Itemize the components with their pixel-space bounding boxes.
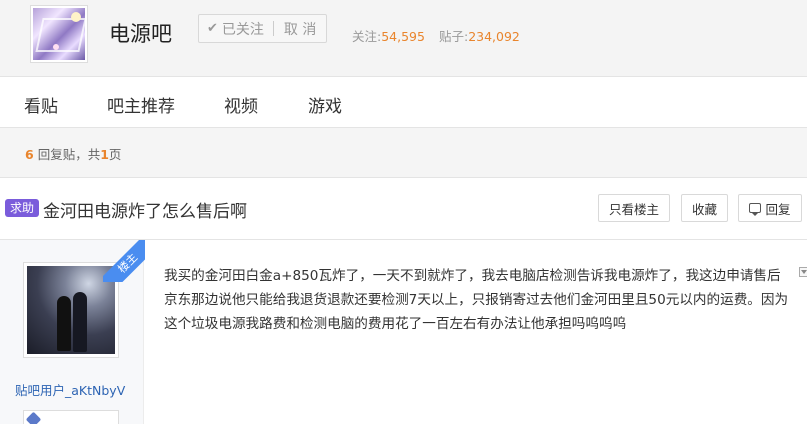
forum-logo[interactable] <box>30 5 88 63</box>
reply-summary: 6 回复贴，共1页 <box>25 144 121 163</box>
reply-button[interactable]: 回复 <box>738 194 802 222</box>
unfollow-button[interactable]: 取 消 <box>274 15 326 42</box>
nav-tab-posts[interactable]: 看贴 <box>24 92 58 117</box>
reply-button-label: 回复 <box>765 201 791 217</box>
thread-title: 金河田电源炸了怎么售后啊 <box>43 202 247 222</box>
level-icon <box>25 411 42 424</box>
only-op-button[interactable]: 只看楼主 <box>598 194 670 222</box>
follow-control: ✔ 已关注 取 消 <box>198 14 328 43</box>
level-badge[interactable] <box>23 410 119 424</box>
post-floor-1: 贴吧用户_aKtNbyV 楼主 我买的金河田白金a+850瓦炸了，一天不到就炸了… <box>0 240 807 424</box>
page-count: 1 <box>100 147 109 162</box>
nav-tab-recommended[interactable]: 吧主推荐 <box>107 92 175 117</box>
chevron-down-icon[interactable] <box>799 267 807 277</box>
forum-name[interactable]: 电源吧 <box>109 18 172 48</box>
page-unit: 页 <box>108 147 122 162</box>
nav-tab-video[interactable]: 视频 <box>224 92 258 117</box>
followers-label: 关注: <box>352 29 382 44</box>
forum-header: 电源吧 ✔ 已关注 取 消 关注:54,595 贴子:234,092 <box>0 0 807 76</box>
followed-button[interactable]: ✔ 已关注 <box>199 15 273 42</box>
forum-nav: 看贴 吧主推荐 视频 游戏 <box>0 76 807 128</box>
reply-count: 6 <box>25 147 34 162</box>
posts-count: 234,092 <box>468 29 520 44</box>
post-content: 我买的金河田白金a+850瓦炸了，一天不到就炸了，我去电脑店检测告诉我电源炸了，… <box>164 268 789 332</box>
thread-pager-bar: 6 回复贴，共1页 <box>0 128 807 178</box>
forum-stats: 关注:54,595 贴子:234,092 <box>352 26 520 45</box>
thread-title-bar: 求助 金河田电源炸了怎么售后啊 只看楼主 收藏 回复 <box>0 178 807 240</box>
op-ribbon-label: 楼主 <box>103 240 145 282</box>
posts-label: 贴子: <box>438 29 469 44</box>
op-ribbon: 楼主 <box>103 240 145 282</box>
followers-count: 54,595 <box>381 29 425 44</box>
nav-tab-games[interactable]: 游戏 <box>308 92 342 117</box>
reply-text: 回复贴，共 <box>37 147 101 162</box>
author-username[interactable]: 贴吧用户_aKtNbyV <box>15 380 125 399</box>
check-icon: ✔ <box>207 21 218 36</box>
help-badge: 求助 <box>5 199 40 217</box>
favorite-button[interactable]: 收藏 <box>681 194 728 222</box>
followed-label: 已关注 <box>221 21 264 38</box>
reply-icon <box>749 203 762 216</box>
